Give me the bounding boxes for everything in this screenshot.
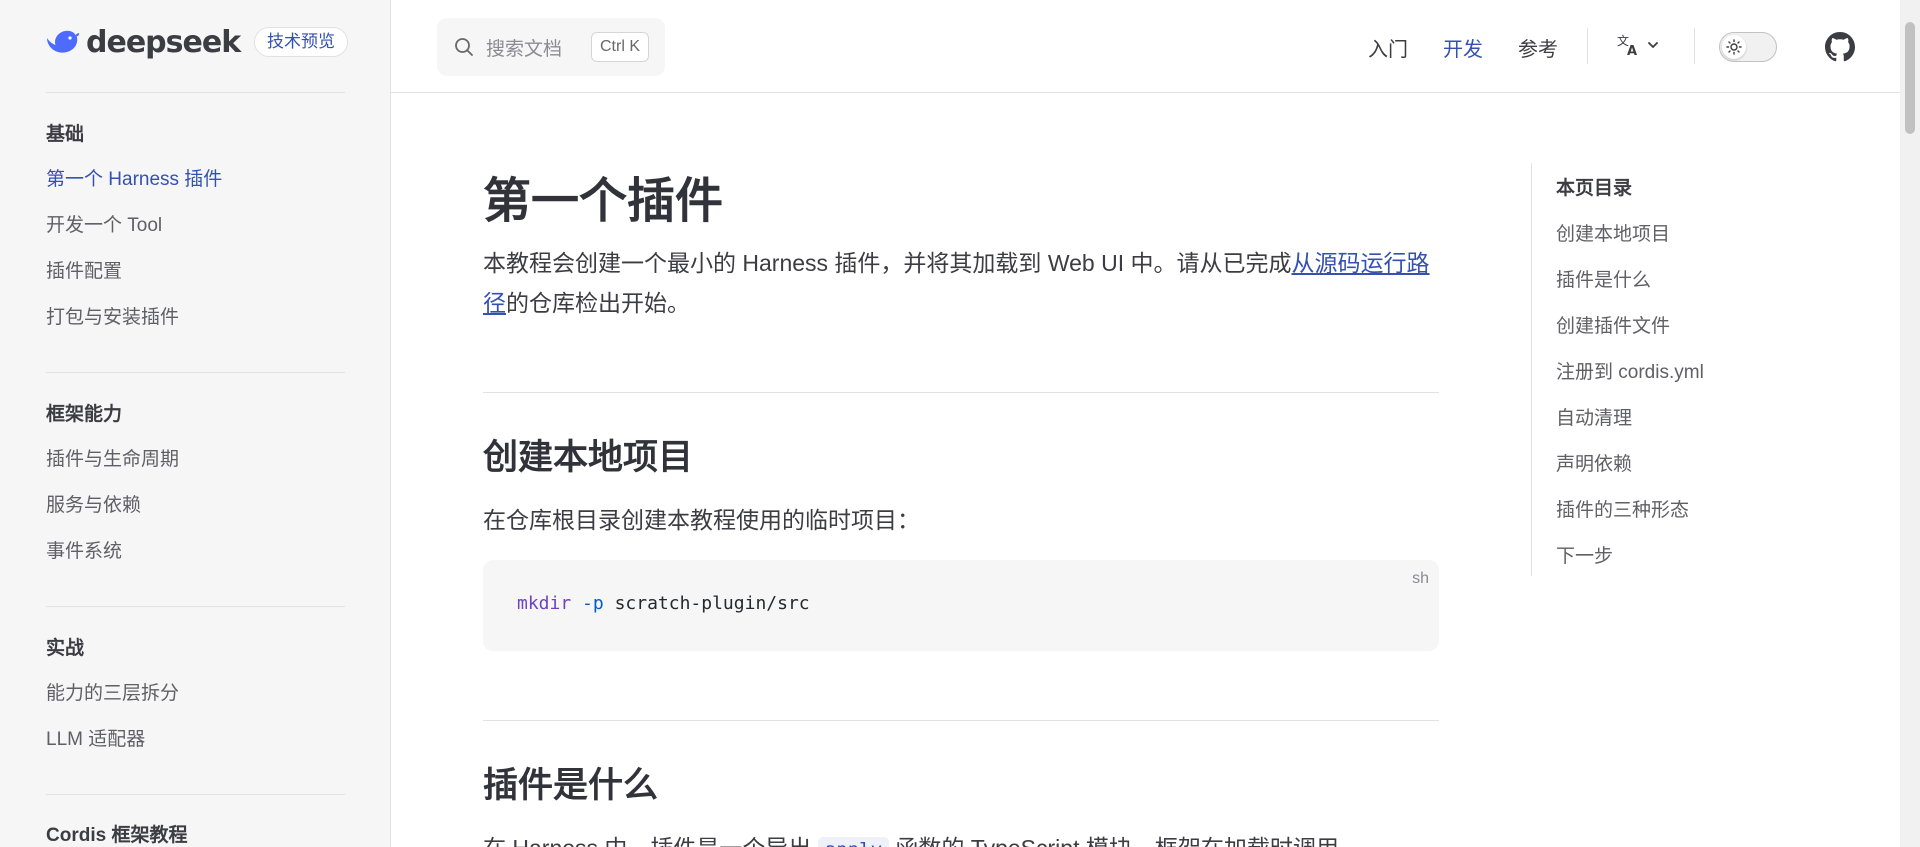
search-label: 搜索文档	[486, 38, 563, 60]
svg-text:A: A	[1627, 44, 1637, 57]
sidebar-group-title: 基础	[46, 124, 85, 145]
inline-code: apply	[817, 837, 890, 847]
sidebar-item-events[interactable]: 事件系统	[46, 536, 122, 563]
intro-text: 本教程会创建一个最小的 Harness 插件，并将其加载到 Web UI 中。请…	[483, 250, 1292, 276]
preview-badge: 技术预览	[254, 27, 348, 57]
sidebar-group-title: 实战	[46, 638, 85, 659]
whale-icon	[47, 30, 80, 53]
sidebar-divider	[46, 92, 345, 93]
nav-divider	[1587, 28, 1588, 64]
toc-item[interactable]: 注册到 cordis.yml	[1556, 357, 1704, 384]
nav-link-develop[interactable]: 开发	[1443, 33, 1483, 62]
code-block[interactable]: sh mkdir -p scratch-plugin/src	[483, 560, 1439, 651]
sidebar-item-plugin-config[interactable]: 插件配置	[46, 256, 122, 283]
code-argument: scratch-plugin/src	[614, 593, 810, 614]
sidebar-group-title[interactable]: Cordis 框架教程	[46, 820, 187, 847]
code-line: mkdir -p scratch-plugin/src	[517, 593, 810, 614]
code-command: mkdir	[517, 593, 572, 614]
sidebar-item-develop-tool[interactable]: 开发一个 Tool	[46, 210, 162, 237]
section-heading-what-is-plugin: 插件是什么	[483, 766, 659, 805]
section-paragraph: 在 Harness 中，插件是一个导出 apply 函数的 TypeScript…	[483, 829, 1339, 847]
toc-item[interactable]: 创建本地项目	[1556, 219, 1670, 246]
sidebar-item-llm-adapter[interactable]: LLM 适配器	[46, 724, 145, 751]
github-link[interactable]	[1825, 32, 1855, 67]
top-nav-bar: 搜索文档 Ctrl K 入门 开发 参考 文 A	[391, 0, 1900, 93]
sidebar-item-package-install[interactable]: 打包与安装插件	[46, 302, 179, 329]
page-scrollbar[interactable]	[1900, 0, 1920, 847]
sidebar-divider	[46, 794, 345, 795]
sidebar: deepseek 技术预览 基础 第一个 Harness 插件 开发一个 Too…	[0, 0, 391, 847]
sidebar-item-three-layers[interactable]: 能力的三层拆分	[46, 678, 179, 705]
toc-item[interactable]: 插件的三种形态	[1556, 495, 1689, 522]
brand-logo[interactable]: deepseek	[46, 22, 241, 62]
github-icon	[1825, 32, 1855, 62]
sidebar-group-title: 框架能力	[46, 404, 123, 425]
code-flag: -p	[582, 593, 604, 614]
sidebar-divider	[46, 606, 345, 607]
section-text-end: 函数的 TypeScript 模块，框架在加载时调用	[895, 835, 1338, 847]
toc-item[interactable]: 创建插件文件	[1556, 311, 1670, 338]
search-icon	[455, 38, 473, 56]
intro-text-end: 的仓库检出开始。	[506, 290, 690, 316]
section-paragraph: 在仓库根目录创建本教程使用的临时项目：	[483, 507, 920, 533]
nav-link-getting-started[interactable]: 入门	[1368, 33, 1408, 62]
scrollbar-thumb[interactable]	[1905, 22, 1915, 134]
section-divider	[483, 720, 1439, 721]
toc-item[interactable]: 声明依赖	[1556, 449, 1632, 476]
page-title: 第一个插件	[483, 175, 724, 228]
toc-item[interactable]: 自动清理	[1556, 403, 1632, 430]
section-heading-create-project: 创建本地项目	[483, 438, 694, 477]
nav-link-reference[interactable]: 参考	[1518, 33, 1558, 62]
chevron-down-icon	[1648, 42, 1658, 48]
toc-title: 本页目录	[1556, 178, 1633, 199]
sun-icon	[1726, 39, 1742, 55]
section-text: 在 Harness 中，插件是一个导出	[483, 835, 811, 847]
sidebar-item-services[interactable]: 服务与依赖	[46, 490, 141, 517]
code-language-label: sh	[1412, 570, 1429, 587]
sidebar-divider	[46, 372, 345, 373]
translate-icon: 文 A	[1617, 33, 1637, 57]
toc-item[interactable]: 下一步	[1556, 541, 1613, 568]
sidebar-item-lifecycle[interactable]: 插件与生命周期	[46, 444, 179, 471]
brand-name: deepseek	[86, 24, 241, 60]
search-shortcut: Ctrl K	[591, 32, 649, 62]
toggle-knob	[1722, 35, 1746, 59]
search-button[interactable]: 搜索文档 Ctrl K	[437, 18, 665, 76]
nav-divider	[1694, 28, 1695, 64]
theme-toggle[interactable]	[1719, 32, 1777, 62]
intro-paragraph: 本教程会创建一个最小的 Harness 插件，并将其加载到 Web UI 中。请…	[483, 243, 1443, 323]
language-switcher[interactable]: 文 A	[1616, 33, 1660, 57]
table-of-contents: 本页目录 创建本地项目 插件是什么 创建插件文件 注册到 cordis.yml …	[1531, 163, 1791, 576]
toc-item[interactable]: 插件是什么	[1556, 265, 1651, 292]
section-divider	[483, 392, 1439, 393]
sidebar-item-first-plugin[interactable]: 第一个 Harness 插件	[46, 164, 222, 191]
